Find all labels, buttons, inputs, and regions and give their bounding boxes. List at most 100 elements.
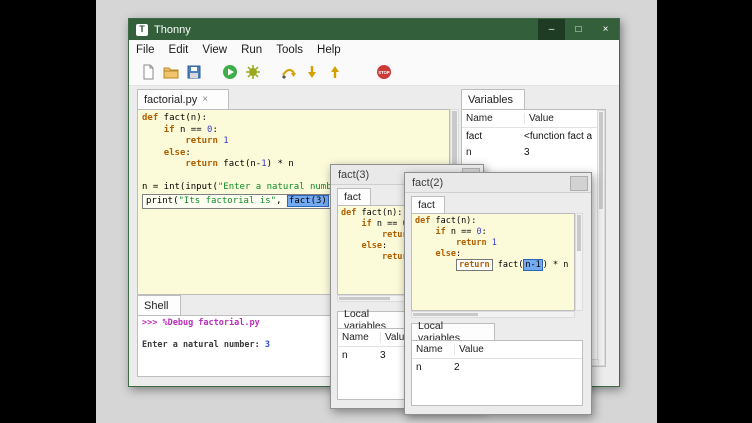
tab-variables[interactable]: Variables <box>461 89 525 109</box>
tab-fact[interactable]: fact <box>337 188 371 205</box>
code-line: if n == 0: <box>142 125 445 137</box>
column-header-name[interactable]: Name <box>466 113 525 124</box>
code-token: fact( <box>493 260 524 270</box>
tab-label: fact <box>418 199 435 211</box>
code-token: return <box>456 238 487 248</box>
code-line: else: <box>142 148 445 160</box>
code-token: , <box>276 196 287 206</box>
code-token: >>> <box>142 318 162 328</box>
window-controls: – □ × <box>538 19 619 40</box>
scrollbar-thumb[interactable] <box>577 215 581 251</box>
step-into-button[interactable] <box>301 62 322 83</box>
stop-button[interactable]: STOP <box>373 62 394 83</box>
code-token: fact(n): <box>430 216 476 226</box>
code-token: %Debug factorial.py <box>162 318 259 328</box>
column-header-name[interactable]: Name <box>416 344 455 355</box>
stop-icon: STOP <box>376 64 392 80</box>
column-header-value[interactable]: Value <box>459 344 484 355</box>
menu-bar: File Edit View Run Tools Help <box>129 40 619 59</box>
save-button[interactable] <box>183 62 204 83</box>
table-cell: 2 <box>454 362 460 373</box>
thonny-icon: T <box>136 24 148 36</box>
focused-statement-box: print("Its factorial is", fact(3)) <box>142 194 338 210</box>
tab-close-icon[interactable]: × <box>202 94 208 105</box>
variables-table-header: Name Value <box>462 110 605 128</box>
code-token: fact(n): <box>158 113 207 123</box>
tab-factorial-py[interactable]: factorial.py × <box>137 89 229 109</box>
code-token: n == <box>372 219 403 229</box>
menu-file[interactable]: File <box>129 44 162 56</box>
code-token: n == <box>446 227 477 237</box>
table-cell: <function fact a <box>524 131 592 142</box>
step-over-icon <box>281 64 297 80</box>
code-line: def fact(n): <box>142 113 445 125</box>
code-token <box>415 227 435 237</box>
code-token <box>142 125 164 135</box>
code-token: fact(n- <box>218 159 261 169</box>
code-token: fact(n): <box>356 208 402 218</box>
code-token: ) * n <box>543 260 569 270</box>
local-variables-panel: Name Value n2 <box>411 340 583 406</box>
code-token: if <box>164 125 175 135</box>
table-row[interactable]: n2 <box>412 359 582 375</box>
variables-vertical-scrollbar[interactable] <box>597 110 605 366</box>
code-token: def <box>142 113 158 123</box>
code-token: return <box>456 259 493 271</box>
column-header-name[interactable]: Name <box>342 332 381 343</box>
new-file-button[interactable] <box>137 62 158 83</box>
menu-help[interactable]: Help <box>310 44 348 56</box>
tab-shell[interactable]: Shell <box>137 295 181 315</box>
code-token: : <box>212 125 217 135</box>
minimize-button[interactable]: – <box>538 19 565 40</box>
table-cell: 3 <box>380 350 386 361</box>
menu-run[interactable]: Run <box>234 44 269 56</box>
menu-view[interactable]: View <box>195 44 234 56</box>
tab-label: fact <box>344 191 361 203</box>
code-token: if <box>361 219 371 229</box>
run-button[interactable] <box>219 62 240 83</box>
step-over-button[interactable] <box>278 62 299 83</box>
code-token <box>142 159 185 169</box>
open-file-button[interactable] <box>160 62 181 83</box>
code-token: : <box>185 148 190 158</box>
scrollbar-thumb[interactable] <box>599 112 603 209</box>
table-row[interactable]: fact<function fact a <box>462 128 605 144</box>
titlebar[interactable]: fact(2) <box>405 173 591 193</box>
code-token <box>415 249 435 259</box>
code-token: print( <box>146 196 179 206</box>
tab-local-variables[interactable]: Local variables <box>411 323 495 340</box>
code-token <box>415 260 456 270</box>
code-token <box>415 238 456 248</box>
menu-edit[interactable]: Edit <box>162 44 196 56</box>
tab-fact[interactable]: fact <box>411 196 445 213</box>
code-token: fact(3) <box>287 195 329 207</box>
code-token: return <box>185 136 218 146</box>
close-button[interactable] <box>570 176 588 191</box>
code-token <box>142 148 164 158</box>
table-cell: 3 <box>524 147 530 158</box>
code-token: : <box>382 241 387 251</box>
titlebar[interactable]: T Thonny – □ × <box>129 19 619 40</box>
code-token <box>341 230 382 240</box>
code-line: return 1 <box>415 238 571 249</box>
frame-horizontal-scrollbar[interactable] <box>411 311 575 318</box>
column-header-value[interactable]: Value <box>529 113 554 124</box>
code-line: def fact(n): <box>415 216 571 227</box>
scrollbar-thumb[interactable] <box>413 313 478 316</box>
step-out-button[interactable] <box>324 62 345 83</box>
code-token <box>341 252 382 262</box>
scrollbar-thumb[interactable] <box>339 297 390 300</box>
code-token: : <box>456 249 461 259</box>
frame-vertical-scrollbar[interactable] <box>575 213 583 311</box>
code-token: n = int(input( <box>142 182 218 192</box>
table-row[interactable]: n3 <box>462 144 605 160</box>
code-line: if n == 0: <box>415 227 571 238</box>
close-button[interactable]: × <box>592 19 619 40</box>
code-token: else <box>361 241 381 251</box>
debug-button[interactable] <box>242 62 263 83</box>
menu-tools[interactable]: Tools <box>269 44 310 56</box>
frame-code-view[interactable]: def fact(n): if n == 0: return 1 else: r… <box>411 213 575 311</box>
code-token <box>341 241 361 251</box>
maximize-button[interactable]: □ <box>565 19 592 40</box>
code-token: 3 <box>265 340 270 350</box>
